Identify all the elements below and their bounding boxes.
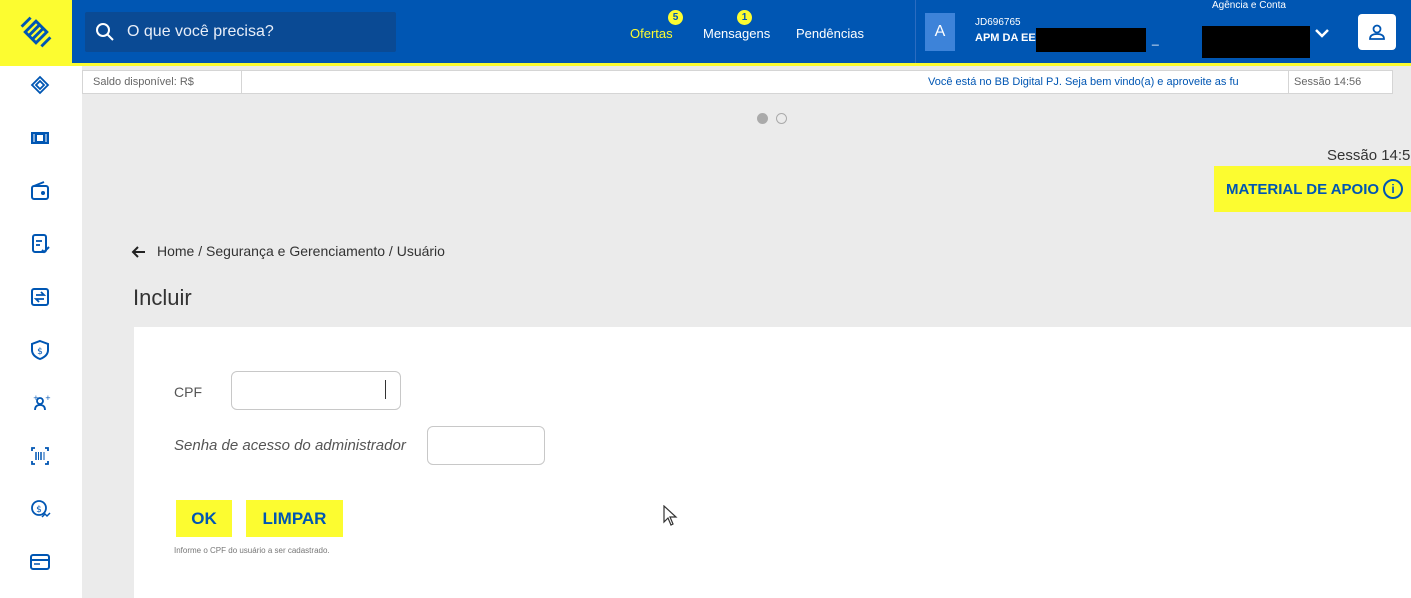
sidebar-item-transfer[interactable] [28,285,52,309]
info-icon: i [1383,179,1404,199]
sidebar-item-investments[interactable]: $ [28,497,52,521]
user-add-icon: + + [33,394,51,411]
barcode-icon [31,447,49,465]
search-placeholder: O que você precisa? [127,23,274,40]
bb-logo-icon [20,16,52,47]
nav-ofertas[interactable]: 5 Ofertas [630,10,683,41]
mouse-cursor-icon [663,505,678,526]
svg-text:+: + [33,394,39,402]
ofertas-badge: 5 [668,10,683,25]
svg-text:$: $ [37,347,43,357]
mensagens-badge: 1 [737,10,752,25]
header-accent-line [0,63,1411,66]
sidebar-item-document[interactable] [28,232,52,256]
saldo-disponivel[interactable]: Saldo disponível: R$ [93,76,194,88]
breadcrumb-home[interactable]: Home [157,243,194,259]
svg-text:$: $ [36,505,42,515]
breadcrumb-separator: / [194,243,207,259]
account-dash: _ [1152,32,1159,46]
search-icon [95,22,115,42]
sidebar-item-card[interactable] [28,550,52,574]
top-bar: O que você precisa? 5 Ofertas 1 Mensagen… [0,0,1411,63]
sidebar: $ + + $ [0,66,82,598]
nav-pendencias-label: Pendências [796,26,864,41]
ok-button[interactable]: OK [176,500,232,537]
account-id: JD696765 [975,17,1021,28]
divider [1288,71,1289,93]
user-icon [1369,24,1385,40]
cpf-label: CPF [174,384,202,400]
carousel-dot-2[interactable] [776,113,787,124]
redacted-block [1036,28,1146,52]
wallet-icon [31,181,49,200]
sidebar-item-users[interactable]: + + [28,391,52,415]
nav-mensagens-label: Mensagens [703,26,771,41]
sidebar-item-extrato[interactable] [28,126,52,150]
material-apoio-label: MATERIAL DE APOIO [1226,180,1380,198]
limpar-button[interactable]: LIMPAR [246,500,343,537]
svg-text:+: + [45,394,51,402]
breadcrumb-usuario[interactable]: Usuário [397,243,445,259]
transfer-icon [31,288,49,306]
senha-label: Senha de acesso do administrador [174,437,406,454]
material-apoio-button[interactable]: MATERIAL DE APOIO i [1214,166,1411,212]
cpf-input[interactable] [231,371,401,410]
breadcrumb: Home / Segurança e Gerenciamento / Usuár… [157,243,445,259]
chevron-down-icon[interactable] [1313,26,1331,40]
page-title: Incluir [133,285,192,310]
welcome-ticker: Você está no BB Digital PJ. Seja bem vin… [928,76,1239,88]
sidebar-item-security[interactable]: $ [28,338,52,362]
back-arrow-icon[interactable] [131,244,147,260]
session-timer: Sessão 14:56 [1294,76,1362,88]
senha-input[interactable] [427,426,545,465]
text-caret [385,380,386,399]
nav-ofertas-label: Ofertas [630,26,673,41]
shield-icon: $ [31,339,49,361]
header-divider [915,0,916,63]
nav-pendencias[interactable]: Pendências [796,26,864,41]
form-panel: CPF Senha de acesso do administrador OK … [134,327,1411,598]
document-check-icon [32,234,50,254]
money-icon [31,132,49,144]
bb-logo[interactable] [0,0,72,63]
sidebar-item-wallet[interactable] [28,179,52,203]
avatar[interactable]: A [925,13,955,51]
redacted-block [1202,26,1310,58]
carousel-dots [757,113,787,124]
form-hint: Informe o CPF do usuário a ser cadastrad… [174,546,330,555]
agencia-label: Agência e Conta [1212,0,1286,10]
sidebar-item-barcode[interactable] [28,444,52,468]
nav-mensagens[interactable]: 1 Mensagens [703,10,771,41]
info-bar: Saldo disponível: R$ Você está no BB Dig… [82,70,1393,94]
bb-symbol-icon [30,75,50,95]
search-bar[interactable]: O que você precisa? [85,12,396,52]
breadcrumb-separator: / [385,243,397,259]
divider [241,71,242,93]
carousel-dot-1[interactable] [757,113,768,124]
card-icon [30,554,50,570]
sidebar-item-home[interactable] [28,73,52,97]
user-profile-button[interactable] [1358,14,1396,50]
account-name: APM DA EE [975,32,1036,44]
session-timer-large: Sessão 14:5 [1327,147,1411,164]
money-growth-icon: $ [31,500,51,518]
breadcrumb-seguranca[interactable]: Segurança e Gerenciamento [206,243,385,259]
